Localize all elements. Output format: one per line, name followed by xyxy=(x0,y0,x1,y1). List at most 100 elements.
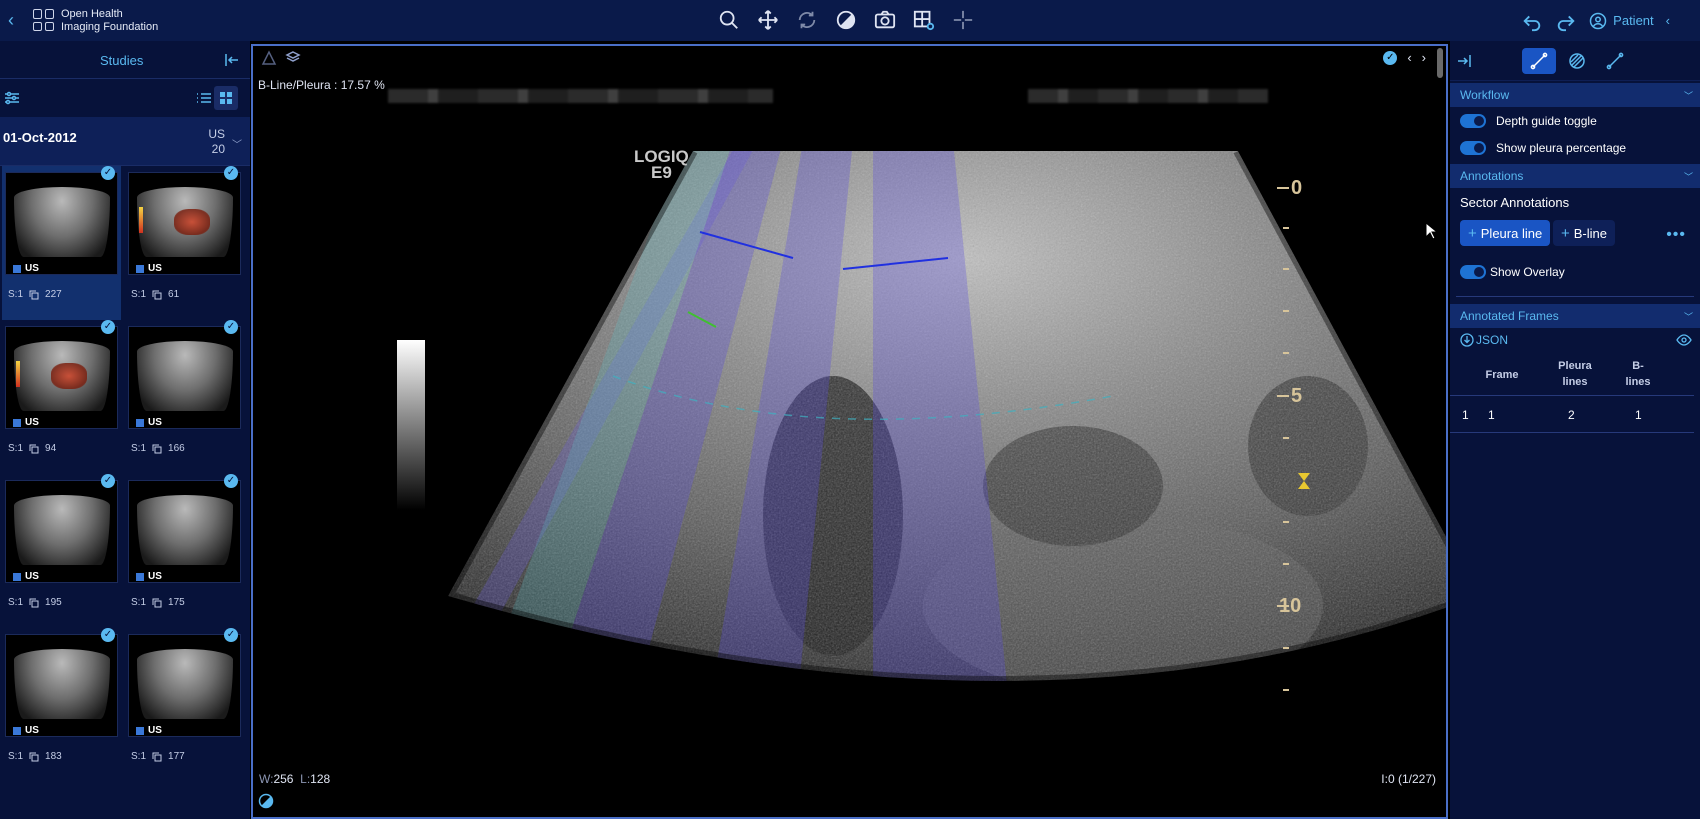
instances-icon xyxy=(29,444,39,453)
series-preview-image[interactable]: US xyxy=(128,634,241,737)
series-thumbnail[interactable]: US ✓ S:1 61 xyxy=(125,166,244,320)
show-overlay-row: Show Overlay xyxy=(1450,254,1700,290)
add-pleura-line-button[interactable]: + Pleura line xyxy=(1460,220,1551,246)
collapse-left-icon[interactable] xyxy=(224,52,240,68)
series-preview-image[interactable]: US xyxy=(128,172,241,275)
next-icon[interactable]: › xyxy=(1422,50,1426,65)
pleura-percentage-toggle[interactable] xyxy=(1460,141,1486,155)
check-icon[interactable]: ✓ xyxy=(101,474,115,488)
b-lines-header-line2: lines xyxy=(1625,376,1651,388)
series-meta: S:1 183 xyxy=(8,751,62,762)
series-thumbnail[interactable]: US ✓ S:1 227 xyxy=(2,166,121,320)
series-meta: S:1 177 xyxy=(131,751,185,762)
redo-icon[interactable] xyxy=(1555,10,1577,32)
modality-color-icon xyxy=(136,572,144,581)
capture-tool-button[interactable] xyxy=(871,6,899,34)
rotate-tool-button[interactable] xyxy=(793,6,821,34)
viewport-scrollbar[interactable] xyxy=(1437,48,1443,78)
annotated-frames-table: Frame Pleura lines B- lines 1 1 2 1 xyxy=(1450,352,1700,472)
studies-panel: Studies 01-Oct-2012 US 20 ﹀ US ✓ S:1 227 xyxy=(0,41,250,819)
layers-icon[interactable] xyxy=(285,50,301,66)
layout-tool-button[interactable] xyxy=(910,6,938,34)
studies-title: Studies xyxy=(100,53,144,68)
ultrasound-viewport[interactable]: B-Line/Pleura : 17.57 % ✓ ‹ › LOGIQ E9 0… xyxy=(251,44,1448,819)
depth-guide-toggle[interactable] xyxy=(1460,114,1486,128)
panel-tabs xyxy=(1450,41,1700,81)
series-preview-image[interactable]: US xyxy=(5,326,118,429)
check-icon[interactable]: ✓ xyxy=(101,628,115,642)
ultrasound-preview xyxy=(137,341,233,411)
series-preview-image[interactable]: US xyxy=(5,480,118,583)
contrast-mode-icon[interactable] xyxy=(258,793,274,809)
check-icon[interactable]: ✓ xyxy=(224,166,238,180)
instance-count: 61 xyxy=(168,289,180,300)
window-value: 256 xyxy=(273,772,294,786)
series-preview-image[interactable]: US xyxy=(128,480,241,583)
right-side-panel: Workflow ﹀ Depth guide toggle Show pleur… xyxy=(1450,41,1700,819)
check-icon[interactable]: ✓ xyxy=(224,628,238,642)
app-name-line2: Imaging Foundation xyxy=(61,21,159,33)
undo-icon[interactable] xyxy=(1521,10,1543,32)
series-meta: S:1 175 xyxy=(131,597,185,608)
series-preview-image[interactable]: US xyxy=(5,172,118,275)
series-modality: US xyxy=(136,571,162,582)
sliders-icon[interactable] xyxy=(4,90,20,106)
b-line-label: B-line xyxy=(1573,225,1608,241)
series-thumbnail[interactable]: US ✓ S:1 94 xyxy=(2,320,121,474)
redacted-patient-info xyxy=(388,89,773,103)
json-export-row: JSON xyxy=(1450,328,1700,352)
series-thumbnail[interactable]: US ✓ S:1 195 xyxy=(2,474,121,628)
pleura-header-line2: lines xyxy=(1562,376,1588,388)
series-thumbnail[interactable]: US ✓ S:1 183 xyxy=(2,628,121,782)
chevron-left-icon: ‹ xyxy=(1665,13,1670,28)
chevron-down-icon[interactable]: ﹀ xyxy=(232,136,242,151)
more-options-icon[interactable]: ••• xyxy=(1666,226,1686,244)
list-view-icon[interactable] xyxy=(196,90,212,106)
previous-icon[interactable]: ‹ xyxy=(1407,50,1411,65)
pan-tool-button[interactable] xyxy=(754,6,782,34)
study-date: 01-Oct-2012 xyxy=(3,130,77,145)
tab-annotation[interactable] xyxy=(1522,48,1556,74)
series-preview-image[interactable]: US xyxy=(5,634,118,737)
show-overlay-toggle[interactable] xyxy=(1460,265,1486,279)
check-icon[interactable]: ✓ xyxy=(224,474,238,488)
user-icon xyxy=(1589,12,1607,29)
crosshairs-tool-button[interactable] xyxy=(949,6,977,34)
grid-view-button[interactable] xyxy=(214,86,238,110)
check-icon[interactable]: ✓ xyxy=(101,320,115,334)
ultrasound-image[interactable] xyxy=(253,46,1448,819)
crosshair-icon xyxy=(953,10,973,30)
series-modality-label: US xyxy=(148,725,162,736)
series-thumbnail[interactable]: US ✓ S:1 166 xyxy=(125,320,244,474)
window-level-tool-button[interactable] xyxy=(832,6,860,34)
instance-count: 195 xyxy=(45,597,62,608)
collapse-right-icon[interactable] xyxy=(1456,53,1472,69)
instance-count: 227 xyxy=(45,289,62,300)
study-row[interactable]: 01-Oct-2012 US 20 ﹀ xyxy=(0,117,250,166)
eye-icon[interactable] xyxy=(1676,334,1692,346)
annotations-section-header[interactable]: Annotations ﹀ xyxy=(1450,164,1700,188)
check-icon[interactable]: ✓ xyxy=(1383,50,1398,65)
back-icon[interactable]: ‹ xyxy=(8,11,24,29)
redacted-study-info xyxy=(1028,89,1268,103)
json-label[interactable]: JSON xyxy=(1476,333,1508,347)
level-value: 128 xyxy=(310,772,331,786)
check-icon[interactable]: ✓ xyxy=(101,166,115,180)
series-thumbnail[interactable]: US ✓ S:1 177 xyxy=(125,628,244,782)
rotate-icon xyxy=(798,11,816,29)
workflow-section-header[interactable]: Workflow ﹀ xyxy=(1450,83,1700,107)
app-name-line1: Open Health xyxy=(61,8,123,20)
tab-measurement[interactable] xyxy=(1598,48,1632,74)
download-icon[interactable] xyxy=(1460,333,1474,347)
zoom-tool-button[interactable] xyxy=(715,6,743,34)
check-icon[interactable]: ✓ xyxy=(224,320,238,334)
series-preview-image[interactable]: US xyxy=(128,326,241,429)
series-number: S:1 xyxy=(131,443,147,454)
series-thumbnail[interactable]: US ✓ S:1 175 xyxy=(125,474,244,628)
add-b-line-button[interactable]: + B-line xyxy=(1553,220,1616,246)
tab-segmentation[interactable] xyxy=(1560,48,1594,74)
series-number: S:1 xyxy=(8,597,24,608)
modality-color-icon xyxy=(13,264,21,273)
annotated-frames-section-header[interactable]: Annotated Frames ﹀ xyxy=(1450,304,1700,328)
patient-info-button[interactable]: Patient ‹ xyxy=(1589,12,1670,30)
